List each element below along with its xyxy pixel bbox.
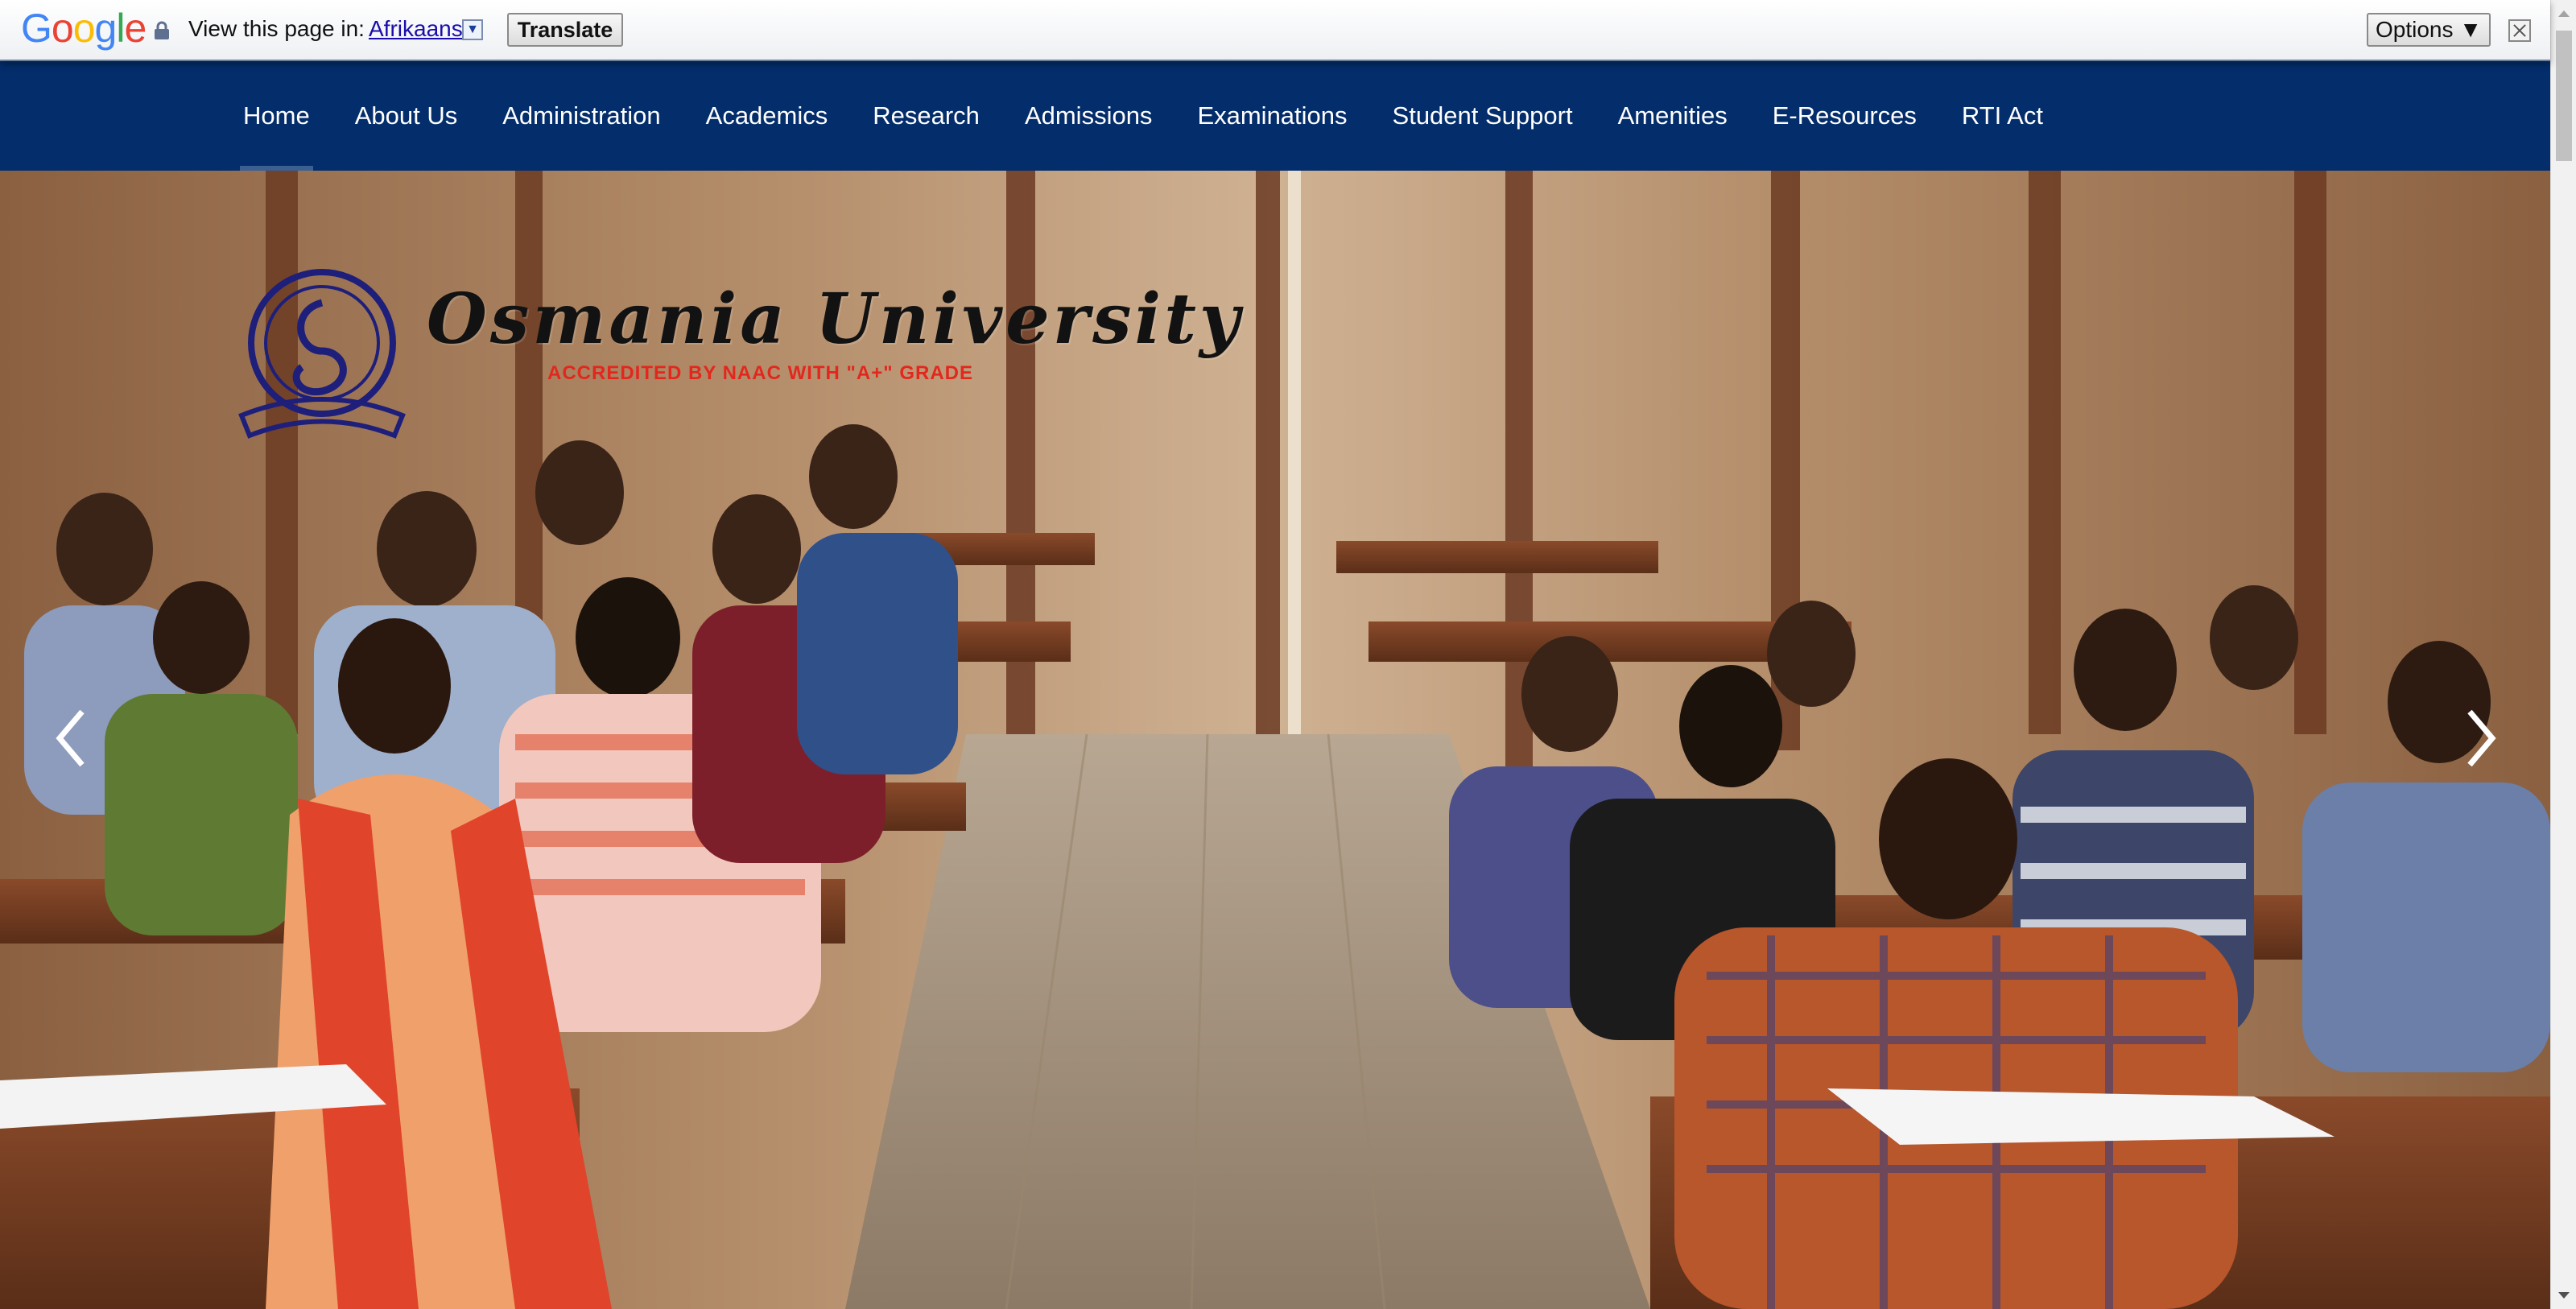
- nav-item-home[interactable]: Home: [240, 61, 313, 171]
- nav-item-student-support[interactable]: Student Support: [1393, 61, 1573, 171]
- nav-item-rti-act[interactable]: RTI Act: [1962, 61, 2043, 171]
- nav-menu: Home About Us Administration Academics R…: [240, 61, 2088, 171]
- nav-item-administration[interactable]: Administration: [502, 61, 660, 171]
- chevron-left-icon[interactable]: [48, 702, 97, 774]
- university-seal-logo: [238, 269, 406, 439]
- scroll-thumb[interactable]: [2556, 31, 2572, 161]
- scroll-up-icon[interactable]: [2551, 0, 2576, 27]
- chevron-right-icon[interactable]: [2455, 702, 2504, 774]
- nav-item-amenities[interactable]: Amenities: [1618, 61, 1728, 171]
- language-link[interactable]: Afrikaans: [369, 16, 463, 42]
- nav-item-academics[interactable]: Academics: [706, 61, 828, 171]
- nav-item-examinations[interactable]: Examinations: [1197, 61, 1347, 171]
- accreditation-subtitle: ACCREDITED BY NAAC WITH "A+" GRADE: [547, 362, 973, 384]
- nav-item-about-us[interactable]: About Us: [355, 61, 458, 171]
- lock-icon: [155, 21, 169, 39]
- view-page-label: View this page in:: [188, 16, 365, 41]
- nav-item-e-resources[interactable]: E-Resources: [1773, 61, 1917, 171]
- translate-button[interactable]: Translate: [507, 13, 623, 47]
- scroll-down-icon[interactable]: [2551, 1282, 2576, 1309]
- options-button[interactable]: Options ▼: [2367, 13, 2491, 47]
- translate-bar: Google View this page in: Afrikaans ▼ Tr…: [0, 0, 2550, 61]
- google-logo: Google: [21, 6, 147, 51]
- page-scrollbar[interactable]: [2550, 0, 2576, 1309]
- nav-item-research[interactable]: Research: [873, 61, 980, 171]
- university-branding: Osmania University ACCREDITED BY NAAC WI…: [225, 262, 1240, 456]
- nav-item-admissions[interactable]: Admissions: [1025, 61, 1153, 171]
- university-title: Osmania University: [427, 279, 1243, 360]
- main-nav: Home About Us Administration Academics R…: [0, 61, 2550, 171]
- close-icon[interactable]: [2508, 19, 2531, 42]
- dropdown-icon[interactable]: ▼: [462, 19, 483, 40]
- hero-carousel: Osmania University ACCREDITED BY NAAC WI…: [0, 171, 2550, 1309]
